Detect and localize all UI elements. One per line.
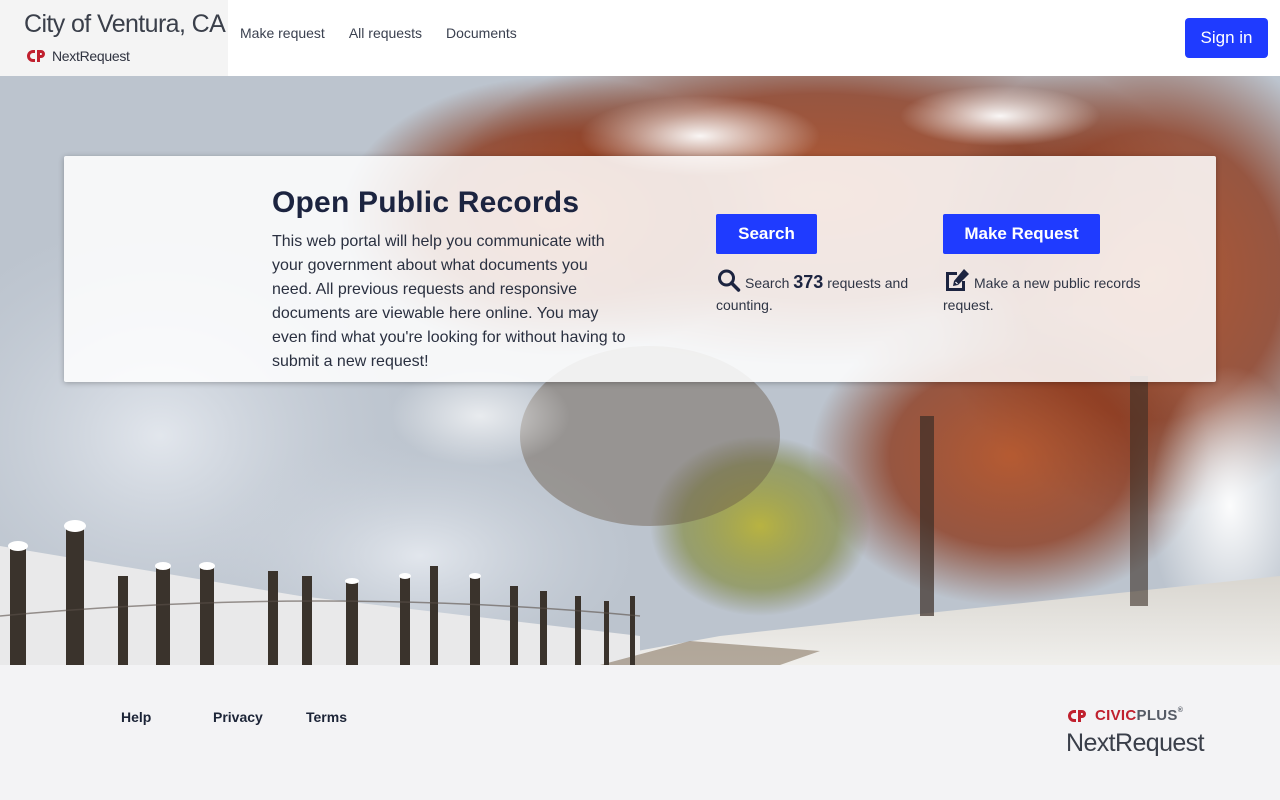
search-action: Search Search 373 requests and counting.	[716, 214, 916, 316]
edit-icon	[946, 269, 969, 291]
civicplus-mark-icon	[1068, 709, 1086, 722]
make-request-button[interactable]: Make Request	[943, 214, 1100, 254]
footer-link-help[interactable]: Help	[121, 709, 213, 725]
trademark-mark: ®	[1177, 707, 1184, 714]
footer-link-privacy[interactable]: Privacy	[213, 709, 306, 725]
make-request-desc-text: Make a new public records request.	[943, 275, 1141, 313]
top-header: City of Ventura, CA NextRequest Make req…	[0, 0, 1280, 76]
records-card: Open Public Records This web portal will…	[64, 156, 1216, 382]
search-desc-prefix: Search	[745, 275, 790, 291]
footer-links: Help Privacy Terms	[121, 709, 347, 725]
sign-in-button[interactable]: Sign in	[1185, 18, 1268, 58]
civicplus-logo[interactable]: CIVICPLUS®	[1066, 707, 1183, 724]
nav-documents[interactable]: Documents	[446, 25, 517, 41]
brand-product-name: NextRequest	[52, 48, 130, 64]
make-request-description: Make a new public records request.	[943, 268, 1173, 316]
nextrequest-logo: NextRequest	[26, 48, 130, 64]
page-title: Open Public Records	[272, 186, 580, 219]
page-footer: Help Privacy Terms CIVICPLUS® NextReques…	[0, 665, 1280, 800]
footer-product-name: NextRequest	[1066, 729, 1205, 757]
civic-word: CIVIC	[1095, 707, 1137, 724]
city-title: City of Ventura, CA	[24, 10, 226, 38]
civicplus-logo-icon	[27, 50, 45, 62]
search-button[interactable]: Search	[716, 214, 817, 254]
main-nav: Make request All requests Documents	[240, 25, 517, 41]
portal-description: This web portal will help you communicat…	[272, 233, 626, 370]
nav-make-request[interactable]: Make request	[240, 25, 325, 41]
hero-section: Open Public Records This web portal will…	[0, 76, 1280, 665]
nav-all-requests[interactable]: All requests	[349, 25, 422, 41]
brand-block[interactable]: City of Ventura, CA NextRequest	[0, 0, 228, 76]
plus-word: PLUS	[1136, 707, 1178, 724]
civicplus-wordmark: CIVICPLUS®	[1095, 707, 1183, 724]
make-request-action: Make Request Make a new public records r…	[943, 214, 1173, 316]
search-description: Search 373 requests and counting.	[716, 268, 916, 316]
request-count: 373	[793, 272, 824, 292]
search-icon	[718, 269, 741, 292]
footer-link-terms[interactable]: Terms	[306, 709, 347, 725]
